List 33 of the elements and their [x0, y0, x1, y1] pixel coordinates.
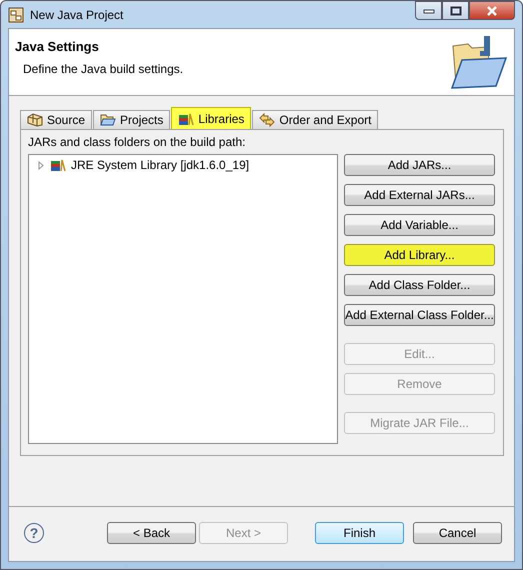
folder-icon [100, 113, 116, 127]
action-button[interactable]: Add Library... [344, 244, 495, 266]
minimize-button[interactable] [415, 1, 442, 20]
page-description: Define the Java build settings. [23, 62, 184, 76]
action-button[interactable]: Add External JARs... [344, 184, 495, 206]
window-icon [8, 6, 24, 22]
action-button[interactable]: Add JARs... [344, 154, 495, 176]
tab[interactable]: Source [20, 110, 92, 129]
tab[interactable]: Libraries [171, 107, 252, 129]
help-icon[interactable]: ? [24, 522, 44, 542]
minimize-icon [422, 8, 434, 14]
close-icon [486, 6, 498, 16]
tab[interactable]: Projects [93, 110, 170, 129]
page-title: Java Settings [15, 39, 100, 54]
list-caption: JARs and class folders on the build path: [28, 135, 246, 149]
folder-icon [448, 34, 508, 92]
arrows-icon [259, 113, 276, 127]
books-icon [50, 158, 66, 172]
maximize-button[interactable] [442, 1, 469, 20]
expand-arrow-icon[interactable] [37, 160, 45, 170]
books-icon [178, 112, 194, 126]
close-button[interactable] [469, 1, 515, 20]
dialog-button[interactable]: Cancel [413, 522, 502, 544]
maximize-icon [450, 6, 462, 16]
tree-item[interactable]: JRE System Library [jdk1.6.0_19] [71, 158, 250, 172]
action-button[interactable]: Add Class Folder... [344, 274, 495, 296]
package-icon [27, 113, 43, 127]
tab[interactable]: Order and Export [252, 110, 378, 129]
dialog-button[interactable]: Finish [315, 522, 404, 544]
window-title: New Java Project [30, 8, 124, 22]
action-button[interactable]: Add Variable... [344, 214, 495, 236]
dialog-button[interactable]: < Back [107, 522, 196, 544]
action-button[interactable]: Add External Class Folder... [344, 304, 495, 326]
